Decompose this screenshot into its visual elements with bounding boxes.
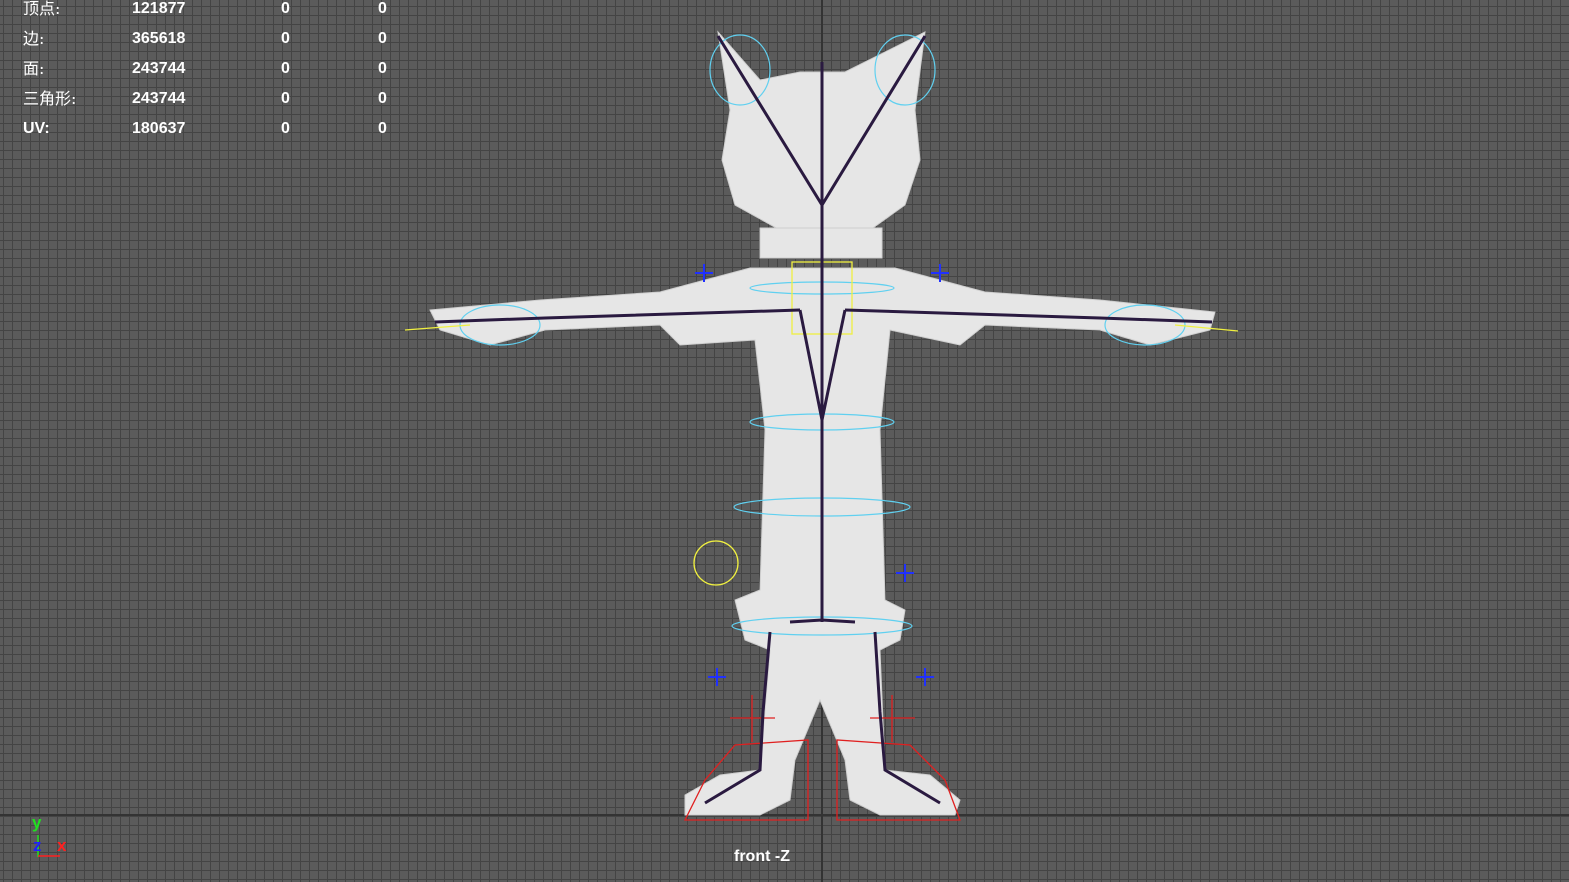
axis-y-label: y (32, 813, 42, 832)
camera-label: front -Z (734, 848, 790, 865)
axis-x-label: x (57, 836, 67, 855)
axis-z-label: z (33, 836, 42, 855)
viewport-character-rig[interactable] (0, 0, 1569, 882)
